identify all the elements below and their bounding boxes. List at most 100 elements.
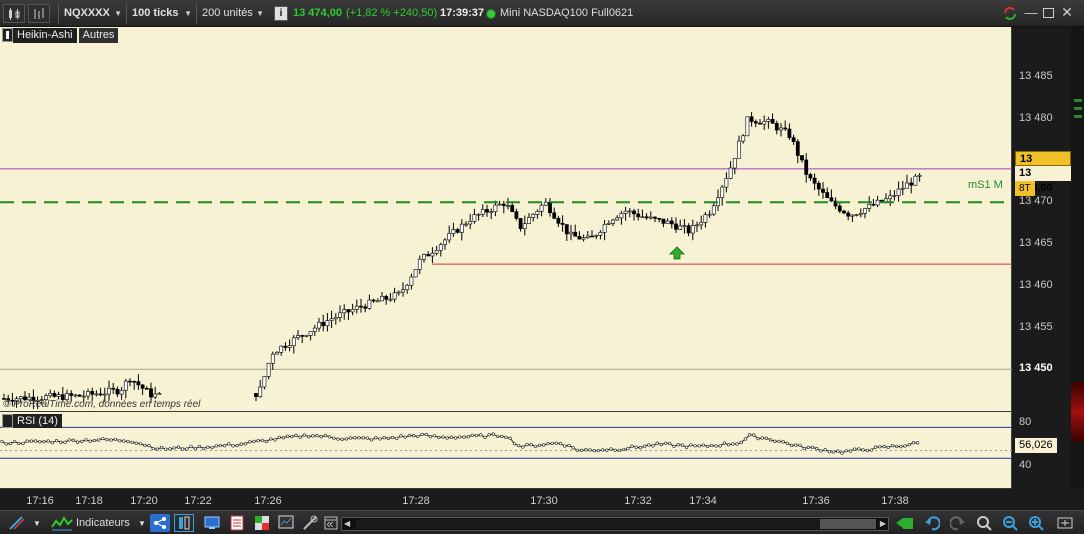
rsi-point [890, 444, 895, 448]
heikin-ashi-label[interactable]: Heikin-Ashi [13, 28, 77, 43]
candle-body [102, 393, 107, 396]
rsi-point [361, 436, 365, 440]
indicators-icon[interactable] [50, 514, 74, 532]
redo-icon[interactable] [948, 514, 968, 532]
zoom-area-icon[interactable] [974, 514, 994, 532]
candle-body [800, 155, 804, 161]
candle-body [111, 387, 116, 390]
chart-style-icon[interactable] [2, 28, 13, 42]
candle-body [812, 177, 817, 184]
close-icon[interactable]: ✕ [1060, 4, 1074, 20]
minimize-icon[interactable]: — [1024, 5, 1038, 21]
candle-body [560, 222, 565, 225]
rsi-point [886, 445, 890, 450]
horizontal-scrollbar[interactable]: ◀ ▶ [341, 517, 889, 531]
candle-body [854, 214, 859, 216]
rsi-point [487, 433, 491, 437]
rsi-icon[interactable] [2, 414, 13, 428]
order-book-icon[interactable] [252, 514, 272, 532]
scroll-track[interactable] [356, 519, 868, 529]
chart-window-icon[interactable] [276, 514, 296, 532]
rsi-panel[interactable]: RSI (14) [0, 411, 1012, 488]
candle-body [354, 305, 359, 310]
tools-icon[interactable] [300, 514, 320, 532]
candle-body [707, 213, 712, 216]
layout-icon[interactable] [174, 514, 194, 532]
rsi-point [416, 434, 420, 439]
current-price-tag: 13 474,00 [1015, 151, 1071, 180]
share-icon[interactable] [150, 514, 170, 532]
price-axis[interactable]: 13 48513 48013 47513 47013 46513 46013 4… [1013, 27, 1071, 488]
document-list-icon[interactable] [227, 514, 247, 532]
candle-body [48, 393, 53, 397]
candle-body [468, 221, 473, 225]
instrument-value: NQXXXX [64, 7, 110, 19]
candlestick-icon[interactable] [3, 4, 25, 23]
units-select[interactable]: 200 unités ▼ [196, 3, 268, 24]
rsi-point [353, 436, 357, 440]
candle-body [371, 299, 376, 302]
bar-chart-icon[interactable] [28, 4, 50, 23]
price-axis-label: 13 485 [1019, 70, 1053, 83]
rsi-label[interactable]: RSI (14) [13, 414, 62, 428]
others-button[interactable]: Autres [78, 28, 119, 43]
zoom-out-icon[interactable] [1000, 514, 1020, 532]
rsi-point [689, 443, 693, 447]
screen-icon[interactable] [202, 514, 222, 532]
rsi-point [563, 444, 567, 448]
scroll-right-icon[interactable]: ▶ [880, 519, 886, 528]
rsi-point [365, 436, 370, 440]
candle-body [619, 213, 624, 219]
candle-body [632, 210, 636, 215]
candle-body [548, 201, 552, 214]
sync-icon[interactable] [1002, 6, 1018, 21]
candle-body [711, 205, 716, 215]
rsi-point [554, 441, 559, 445]
candle-body [115, 388, 120, 395]
go-to-latest-icon[interactable] [894, 514, 916, 532]
candle-body [669, 220, 674, 225]
rsi-point [433, 434, 437, 438]
instrument-select[interactable]: NQXXXX ▼ [58, 3, 126, 24]
candle-body [472, 214, 477, 222]
chevron-down-icon[interactable]: ▼ [136, 514, 148, 532]
zoom-in-icon[interactable] [1026, 514, 1046, 532]
rsi-point [407, 433, 412, 438]
candle-body [577, 235, 582, 240]
timeframe-select[interactable]: 100 ticks ▼ [126, 3, 196, 24]
price-chart-canvas[interactable] [0, 27, 1012, 411]
rsi-point [130, 440, 134, 444]
rsi-point [680, 443, 685, 447]
indicators-button[interactable]: Indicateurs [76, 514, 134, 532]
scroll-thumb[interactable] [820, 519, 876, 529]
rsi-point [134, 441, 138, 445]
rsi-point [655, 441, 659, 445]
time-axis[interactable]: 17:16 17:18 17:20 17:22 17:26 17:28 17:30 17:32… [0, 488, 1012, 510]
scroll-left-icon[interactable]: ◀ [344, 519, 350, 528]
info-icon[interactable]: i [274, 6, 288, 21]
chevron-down-icon[interactable]: ▼ [30, 514, 44, 532]
rsi-point [621, 447, 626, 452]
rsi-point [844, 449, 848, 453]
drawing-tool-icon[interactable] [6, 514, 28, 532]
rsi-point [579, 448, 584, 452]
candle-body [590, 235, 594, 238]
rsi-point [151, 446, 155, 451]
maximize-icon[interactable] [1043, 8, 1054, 18]
price-chart-panel[interactable]: Heikin-Ashi Autres © ProRealTime.com, do… [0, 27, 1012, 411]
chevron-down-icon: ▼ [114, 9, 122, 18]
undo-icon[interactable] [922, 514, 942, 532]
double-chevron-left-icon[interactable]: « [323, 514, 337, 532]
candle-body [409, 276, 414, 286]
fit-screen-icon[interactable] [1054, 514, 1076, 532]
rsi-point [412, 434, 416, 438]
rsi-point [802, 446, 806, 451]
scrollbar-strip[interactable] [1071, 27, 1084, 488]
rsi-point [54, 439, 59, 443]
candle-body [900, 187, 905, 190]
red-heatmap-strip [1071, 382, 1084, 442]
candle-body [737, 140, 741, 159]
rsi-point [634, 445, 638, 449]
rsi-chart-canvas[interactable] [0, 412, 1012, 489]
time-axis-label: 17:20 [130, 495, 158, 507]
